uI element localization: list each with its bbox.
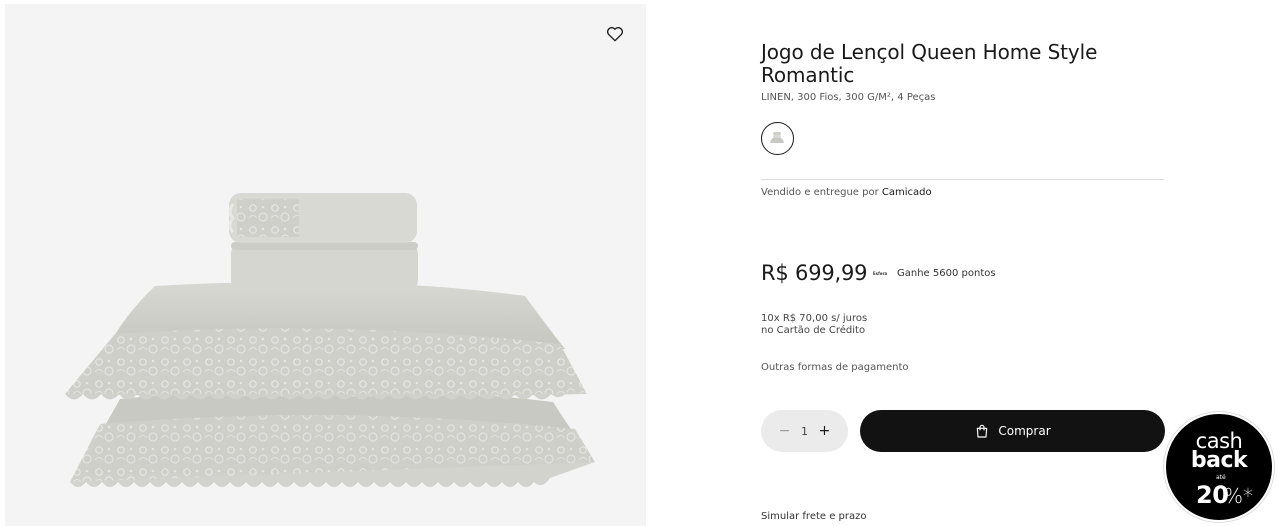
installments-line-1: 10x R$ 70,00 s/ juros [761, 313, 868, 324]
product-title: Jogo de Lençol Queen Home Style Romantic [761, 40, 1098, 87]
cashback-upto: até [1216, 474, 1226, 481]
product-image [65, 193, 595, 487]
qty-decrease-button[interactable]: − [776, 421, 794, 441]
shopping-bag-icon [977, 424, 988, 438]
linen-swatch-icon [770, 132, 784, 143]
installments-line-2: no Cartão de Crédito [761, 325, 866, 336]
seller-label: Vendido e entregue por [761, 187, 879, 198]
qty-value[interactable]: 1 [798, 425, 812, 438]
cashback-line-2: back [1190, 448, 1248, 473]
product-gallery [5, 4, 646, 526]
cashback-badge[interactable]: cash back até 20 %* [1164, 412, 1274, 522]
buy-button-label: Comprar [998, 424, 1051, 438]
shipping-simulator-link[interactable]: Simular frete e prazo [761, 511, 867, 522]
color-swatch[interactable] [761, 122, 794, 155]
product-price: R$ 699,99 [761, 261, 868, 285]
favorite-button[interactable] [605, 24, 625, 44]
seller-link[interactable]: Camicado [882, 187, 932, 198]
points-text: Ganhe 5600 pontos [897, 268, 996, 279]
esfera-logo: Esfera [873, 271, 888, 276]
product-subtitle: LINEN, 300 Fios, 300 G/M², 4 Peças [761, 92, 936, 103]
other-payments-link[interactable]: Outras formas de pagamento [761, 362, 909, 373]
cashback-percent-sign: %* [1224, 484, 1254, 508]
installments-info: 10x R$ 70,00 s/ juros no Cartão de Crédi… [761, 313, 867, 337]
buy-button[interactable]: Comprar [860, 410, 1165, 452]
divider [761, 179, 1164, 180]
quantity-stepper: − 1 + [761, 410, 848, 452]
qty-increase-button[interactable]: + [816, 421, 834, 441]
seller-info: Vendido e entregue por Camicado [761, 187, 932, 198]
heart-icon [606, 27, 624, 42]
